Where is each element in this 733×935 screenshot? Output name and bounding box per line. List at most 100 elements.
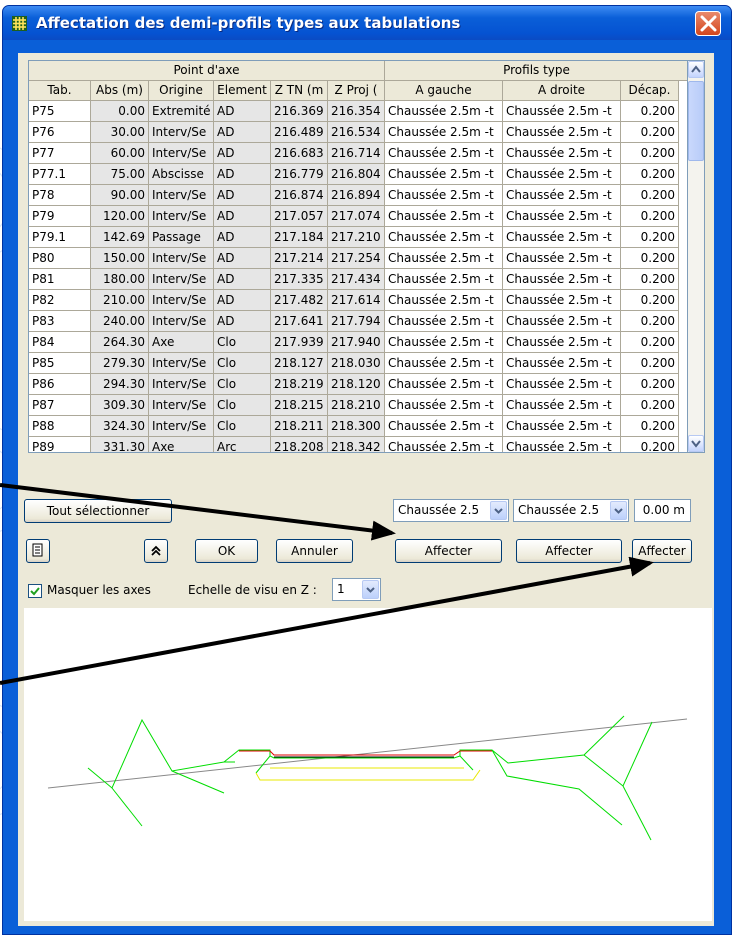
table-cell[interactable]: Chaussée 2.5m -t: [385, 227, 503, 248]
table-cell[interactable]: 331.30: [91, 437, 149, 452]
table-cell[interactable]: 216.489: [271, 122, 328, 143]
title-bar[interactable]: Affectation des demi-profils types aux t…: [3, 6, 731, 40]
table-row[interactable]: P83 240.00 Interv/Se AD 217.641 217.794 Chauss…: [29, 311, 687, 332]
table-cell[interactable]: P76: [29, 122, 91, 143]
table-cell[interactable]: Chaussée 2.5m -t: [503, 248, 621, 269]
table-cell[interactable]: P85: [29, 353, 91, 374]
affect-left-button[interactable]: Affecter: [395, 539, 502, 563]
table-cell[interactable]: 75.00: [91, 164, 149, 185]
table-cell[interactable]: 218.210: [328, 395, 385, 416]
table-cell[interactable]: Chaussée 2.5m -t: [503, 416, 621, 437]
table-cell[interactable]: 217.335: [271, 269, 328, 290]
table-row[interactable]: P81 180.00 Interv/Se AD 217.335 217.434 Chauss…: [29, 269, 687, 290]
table-cell[interactable]: 0.200: [621, 395, 679, 416]
document-button[interactable]: [26, 539, 50, 563]
decap-input[interactable]: 0.00 m: [634, 499, 691, 522]
table-cell[interactable]: AD: [214, 311, 271, 332]
table-cell[interactable]: 90.00: [91, 185, 149, 206]
collapse-button[interactable]: [144, 539, 168, 563]
column-header[interactable]: Tab.: [29, 81, 91, 101]
table-cell[interactable]: Interv/Se: [149, 395, 214, 416]
table-row[interactable]: P88 324.30 Interv/Se Clo 218.211 218.300 Chaus…: [29, 416, 687, 437]
scroll-thumb[interactable]: [688, 81, 704, 161]
right-profile-combo[interactable]: Chaussée 2.5: [513, 499, 629, 522]
table-cell[interactable]: 218.127: [271, 353, 328, 374]
table-cell[interactable]: 216.894: [328, 185, 385, 206]
table-cell[interactable]: P81: [29, 269, 91, 290]
table-cell[interactable]: 217.434: [328, 269, 385, 290]
table-cell[interactable]: Chaussée 2.5m -t: [503, 353, 621, 374]
table-row[interactable]: P80 150.00 Interv/Se AD 217.214 217.254 Chauss…: [29, 248, 687, 269]
scroll-up-button[interactable]: [688, 61, 704, 78]
table-row[interactable]: P87 309.30 Interv/Se Clo 218.215 218.210 Chaus…: [29, 395, 687, 416]
table-cell[interactable]: Chaussée 2.5m -t: [385, 437, 503, 452]
close-button[interactable]: [695, 11, 721, 36]
table-cell[interactable]: Chaussée 2.5m -t: [503, 164, 621, 185]
table-cell[interactable]: Axe: [149, 437, 214, 452]
table-cell[interactable]: Chaussée 2.5m -t: [503, 143, 621, 164]
table-cell[interactable]: Chaussée 2.5m -t: [503, 269, 621, 290]
table-cell[interactable]: AD: [214, 269, 271, 290]
table-cell[interactable]: P86: [29, 374, 91, 395]
table-cell[interactable]: Chaussée 2.5m -t: [385, 143, 503, 164]
table-cell[interactable]: 0.200: [621, 290, 679, 311]
table-cell[interactable]: Chaussée 2.5m -t: [385, 416, 503, 437]
column-header[interactable]: Abs (m): [91, 81, 149, 101]
table-cell[interactable]: AD: [214, 101, 271, 122]
table-row[interactable]: P79.1 142.69 Passage AD 217.184 217.210 Chauss…: [29, 227, 687, 248]
table-cell[interactable]: P78: [29, 185, 91, 206]
table-cell[interactable]: 217.939: [271, 332, 328, 353]
table-cell[interactable]: 216.714: [328, 143, 385, 164]
table-cell[interactable]: Arc: [214, 437, 271, 452]
table-cell[interactable]: Chaussée 2.5m -t: [503, 122, 621, 143]
table-cell[interactable]: AD: [214, 122, 271, 143]
dropdown-arrow[interactable]: [362, 580, 379, 599]
table-cell[interactable]: AD: [214, 143, 271, 164]
table-cell[interactable]: Chaussée 2.5m -t: [503, 185, 621, 206]
table-cell[interactable]: 264.30: [91, 332, 149, 353]
tabulation-table[interactable]: Point d'axe Profils type Tab. Abs (m) Orig…: [28, 60, 688, 453]
table-cell[interactable]: Chaussée 2.5m -t: [385, 311, 503, 332]
table-cell[interactable]: 309.30: [91, 395, 149, 416]
table-row[interactable]: P77.1 75.00 Abscisse AD 216.779 216.804 Chauss…: [29, 164, 687, 185]
table-cell[interactable]: 218.342: [328, 437, 385, 452]
table-cell[interactable]: Interv/Se: [149, 269, 214, 290]
table-cell[interactable]: 217.184: [271, 227, 328, 248]
table-cell[interactable]: Chaussée 2.5m -t: [385, 185, 503, 206]
table-cell[interactable]: Chaussée 2.5m -t: [385, 395, 503, 416]
table-cell[interactable]: 142.69: [91, 227, 149, 248]
column-header[interactable]: A droite: [503, 81, 621, 101]
table-cell[interactable]: Interv/Se: [149, 416, 214, 437]
table-cell[interactable]: P79: [29, 206, 91, 227]
table-cell[interactable]: Interv/Se: [149, 122, 214, 143]
table-cell[interactable]: 0.200: [621, 416, 679, 437]
table-cell[interactable]: 0.200: [621, 353, 679, 374]
table-cell[interactable]: 216.779: [271, 164, 328, 185]
table-cell[interactable]: Chaussée 2.5m -t: [385, 164, 503, 185]
table-cell[interactable]: 0.200: [621, 206, 679, 227]
table-cell[interactable]: 216.683: [271, 143, 328, 164]
table-row[interactable]: P82 210.00 Interv/Se AD 217.482 217.614 Chauss…: [29, 290, 687, 311]
table-cell[interactable]: Chaussée 2.5m -t: [503, 206, 621, 227]
table-cell[interactable]: 0.200: [621, 332, 679, 353]
table-cell[interactable]: 216.804: [328, 164, 385, 185]
table-cell[interactable]: 216.354: [328, 101, 385, 122]
table-cell[interactable]: Passage: [149, 227, 214, 248]
scroll-down-button[interactable]: [688, 435, 704, 452]
table-cell[interactable]: 217.074: [328, 206, 385, 227]
table-cell[interactable]: 0.200: [621, 122, 679, 143]
table-cell[interactable]: 217.482: [271, 290, 328, 311]
table-cell[interactable]: P75: [29, 101, 91, 122]
table-cell[interactable]: 0.200: [621, 143, 679, 164]
table-cell[interactable]: 218.120: [328, 374, 385, 395]
table-row[interactable]: P78 90.00 Interv/Se AD 216.874 216.894 Chaussé…: [29, 185, 687, 206]
table-cell[interactable]: Chaussée 2.5m -t: [385, 248, 503, 269]
table-cell[interactable]: P87: [29, 395, 91, 416]
table-cell[interactable]: Chaussée 2.5m -t: [385, 122, 503, 143]
table-cell[interactable]: 120.00: [91, 206, 149, 227]
table-cell[interactable]: Chaussée 2.5m -t: [385, 332, 503, 353]
table-cell[interactable]: P88: [29, 416, 91, 437]
table-cell[interactable]: 0.200: [621, 227, 679, 248]
table-cell[interactable]: Clo: [214, 395, 271, 416]
column-header[interactable]: Origine: [149, 81, 214, 101]
